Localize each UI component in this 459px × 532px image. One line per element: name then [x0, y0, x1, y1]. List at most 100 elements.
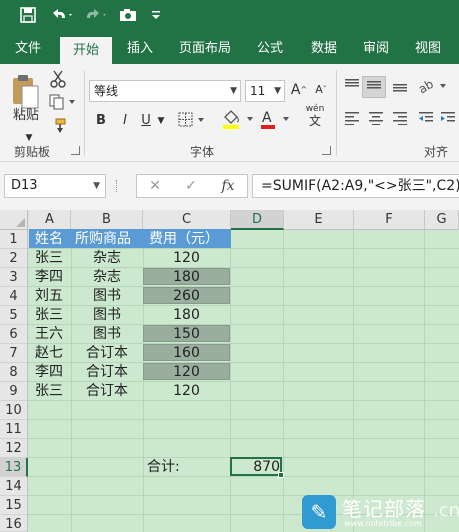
- insert-function-icon[interactable]: fx: [216, 174, 240, 198]
- italic-button[interactable]: I: [116, 111, 134, 133]
- redo-icon[interactable]: [84, 7, 112, 27]
- row-header-14[interactable]: 14: [0, 477, 28, 496]
- cell-c6[interactable]: 150: [143, 325, 230, 344]
- column-header-d[interactable]: D: [231, 210, 284, 230]
- orientation-icon[interactable]: ab: [416, 76, 450, 98]
- column-header-e[interactable]: E: [284, 210, 354, 230]
- name-box-splitter[interactable]: [116, 180, 119, 192]
- cell-c4[interactable]: 260: [143, 287, 230, 306]
- cell-b9[interactable]: 合订本: [71, 382, 143, 401]
- cell-b2[interactable]: 杂志: [71, 249, 143, 268]
- align-middle-icon[interactable]: [362, 76, 386, 98]
- cell-c3[interactable]: 180: [143, 268, 230, 287]
- cell-b5[interactable]: 图书: [71, 306, 143, 325]
- watermark-title: 笔记部落: [342, 497, 426, 521]
- align-bottom-icon[interactable]: [390, 78, 410, 100]
- font-launcher-icon[interactable]: [322, 146, 331, 155]
- row-header-2[interactable]: 2: [0, 249, 28, 268]
- format-painter-icon[interactable]: [48, 118, 68, 140]
- clipboard-launcher-icon[interactable]: [71, 146, 80, 155]
- align-right-icon[interactable]: [390, 111, 410, 133]
- cell-d13[interactable]: 870: [232, 458, 280, 477]
- row-header-8[interactable]: 8: [0, 363, 28, 382]
- fill-color-button[interactable]: [220, 108, 256, 130]
- tab-file[interactable]: 文件: [6, 33, 50, 64]
- select-all-button[interactable]: [0, 210, 28, 230]
- cell-b8[interactable]: 合订本: [71, 363, 143, 382]
- cell-a6[interactable]: 王六: [35, 325, 63, 344]
- column-header-f[interactable]: F: [354, 210, 425, 230]
- cell-a4[interactable]: 刘五: [35, 287, 63, 306]
- cell-c7[interactable]: 160: [143, 344, 230, 363]
- cell-b6[interactable]: 图书: [71, 325, 143, 344]
- camera-icon[interactable]: [118, 7, 138, 27]
- save-icon[interactable]: [18, 7, 38, 27]
- cell-a1[interactable]: 姓名: [35, 230, 63, 249]
- row-header-7[interactable]: 7: [0, 344, 28, 363]
- grow-font-button[interactable]: A^: [290, 80, 308, 102]
- cell-c13[interactable]: 合计:: [147, 458, 180, 477]
- underline-dropdown-icon[interactable]: ▼: [155, 111, 167, 133]
- cell-b1[interactable]: 所购商品: [75, 230, 131, 249]
- row-header-12[interactable]: 12: [0, 439, 28, 458]
- cell-a9[interactable]: 张三: [35, 382, 63, 401]
- undo-icon[interactable]: [48, 7, 76, 27]
- align-left-icon[interactable]: [342, 111, 362, 133]
- cell-b3[interactable]: 杂志: [71, 268, 143, 287]
- row-header-11[interactable]: 11: [0, 420, 28, 439]
- formula-input[interactable]: =SUMIF(A2:A9,"<>张三",C2): [252, 174, 459, 198]
- row-header-10[interactable]: 10: [0, 401, 28, 420]
- row-header-16[interactable]: 16: [0, 515, 28, 532]
- cell-a3[interactable]: 李四: [35, 268, 63, 287]
- column-header-b[interactable]: B: [71, 210, 143, 230]
- enter-icon[interactable]: ✓: [180, 174, 202, 198]
- cancel-icon[interactable]: ✕: [144, 174, 166, 198]
- cell-c5[interactable]: 180: [143, 306, 230, 325]
- cell-a5[interactable]: 张三: [35, 306, 63, 325]
- cut-icon[interactable]: [48, 70, 68, 92]
- cell-a2[interactable]: 张三: [35, 249, 63, 268]
- cell-b7[interactable]: 合订本: [71, 344, 143, 363]
- cell-b4[interactable]: 图书: [71, 287, 143, 306]
- bold-button[interactable]: B: [92, 111, 110, 133]
- font-color-button[interactable]: A: [258, 108, 292, 130]
- cell-c9[interactable]: 120: [143, 382, 230, 401]
- shrink-font-button[interactable]: Aˇ: [312, 80, 330, 102]
- tab-review[interactable]: 审阅: [354, 33, 398, 64]
- cell-c2[interactable]: 120: [143, 249, 230, 268]
- column-header-g[interactable]: G: [425, 210, 459, 230]
- tab-home[interactable]: 开始: [60, 37, 112, 64]
- cell-a7[interactable]: 赵七: [35, 344, 63, 363]
- phonetic-guide-button[interactable]: wén 文: [300, 104, 330, 134]
- tab-view[interactable]: 视图: [406, 33, 450, 64]
- row-header-1[interactable]: 1: [0, 230, 28, 249]
- borders-button[interactable]: [177, 111, 207, 133]
- row-header-9[interactable]: 9: [0, 382, 28, 401]
- cell-c8[interactable]: 120: [143, 363, 230, 382]
- cell-c1[interactable]: 费用（元）: [149, 230, 219, 249]
- copy-icon[interactable]: [48, 94, 78, 116]
- column-header-a[interactable]: A: [29, 210, 71, 230]
- font-name-combo[interactable]: 等线 ▼: [89, 80, 241, 102]
- customize-icon[interactable]: [148, 7, 164, 27]
- font-size-combo[interactable]: 11 ▼: [245, 80, 285, 102]
- name-box[interactable]: D13 ▼: [4, 174, 106, 198]
- paste-label[interactable]: 粘贴: [6, 106, 46, 128]
- tab-formulas[interactable]: 公式: [248, 33, 292, 64]
- tab-page-layout[interactable]: 页面布局: [172, 33, 238, 64]
- row-header-15[interactable]: 15: [0, 496, 28, 515]
- row-header-6[interactable]: 6: [0, 325, 28, 344]
- align-top-icon[interactable]: [342, 78, 362, 100]
- row-header-4[interactable]: 4: [0, 287, 28, 306]
- cell-a8[interactable]: 李四: [35, 363, 63, 382]
- decrease-indent-icon[interactable]: [416, 111, 436, 133]
- tab-insert[interactable]: 插入: [118, 33, 162, 64]
- row-header-3[interactable]: 3: [0, 268, 28, 287]
- tab-data[interactable]: 数据: [302, 33, 346, 64]
- underline-button[interactable]: U: [138, 111, 154, 133]
- column-header-c[interactable]: C: [143, 210, 231, 230]
- row-header-5[interactable]: 5: [0, 306, 28, 325]
- align-center-icon[interactable]: [366, 111, 386, 133]
- row-header-13[interactable]: 13: [0, 458, 28, 477]
- increase-indent-icon[interactable]: [438, 111, 458, 133]
